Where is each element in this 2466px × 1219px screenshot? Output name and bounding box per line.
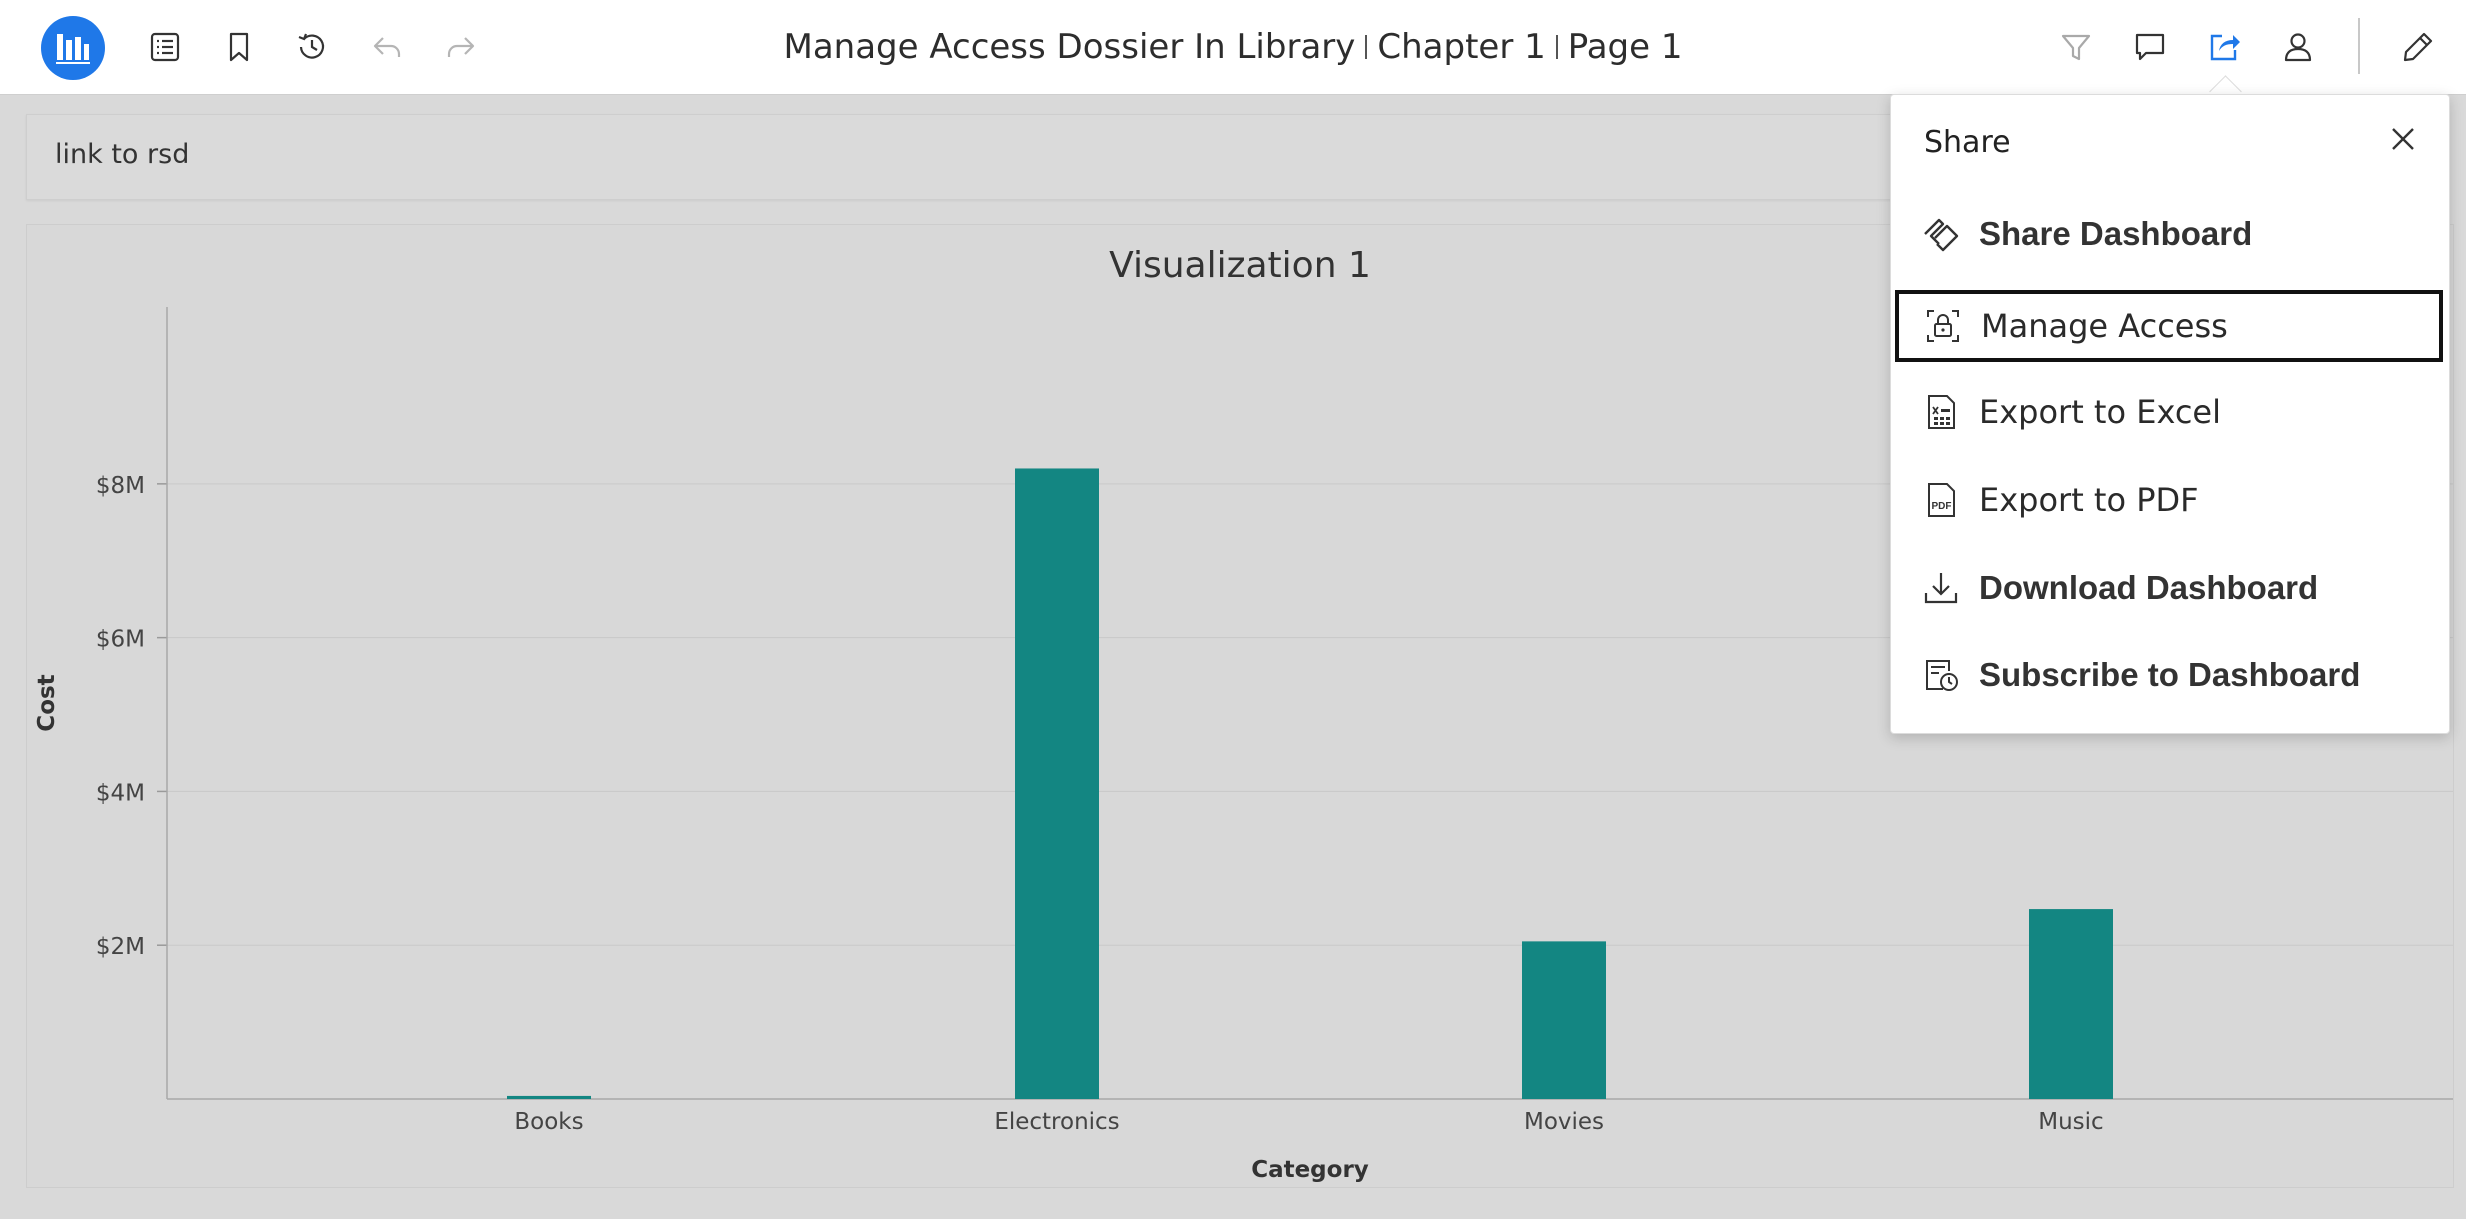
y-tick-label: $8M xyxy=(96,473,145,499)
menu-item-label: Export to Excel xyxy=(1979,393,2221,431)
x-tick-label: Electronics xyxy=(994,1109,1119,1135)
excel-icon xyxy=(1928,395,1955,429)
lock-icon xyxy=(1927,310,1959,342)
svg-text:PDF: PDF xyxy=(1932,501,1952,512)
share-dashboard-item[interactable]: Share Dashboard xyxy=(1897,200,2441,268)
x-tick-label: Books xyxy=(514,1109,583,1135)
share-button[interactable] xyxy=(2202,25,2246,69)
menu-item-label: Share Dashboard xyxy=(1979,215,2253,252)
close-share-menu-button[interactable] xyxy=(2381,117,2425,161)
comment-icon xyxy=(2135,33,2165,61)
title-separator xyxy=(1365,35,1368,59)
toolbar: Manage Access Dossier In Library Chapter… xyxy=(0,0,2466,95)
share-menu: Share Share Dashboard Manage Access Expo… xyxy=(1890,94,2450,734)
x-tick-label: Movies xyxy=(1524,1109,1604,1135)
account-button[interactable] xyxy=(2276,25,2320,69)
title-separator xyxy=(1555,35,1558,59)
subscribe-icon xyxy=(1926,660,1958,691)
menu-item-label: Download Dashboard xyxy=(1979,569,2319,606)
pdf-icon: PDF xyxy=(1928,483,1955,517)
download-dashboard-item[interactable]: Download Dashboard xyxy=(1897,554,2441,622)
export-to-excel-item[interactable]: Export to Excel xyxy=(1897,378,2441,446)
dossier-title: Manage Access Dossier In Library xyxy=(783,27,1356,67)
menu-item-label: Export to PDF xyxy=(1979,481,2199,519)
close-icon xyxy=(2392,128,2414,150)
export-to-pdf-item[interactable]: PDF Export to PDF xyxy=(1897,466,2441,534)
filter-icon xyxy=(2061,34,2091,61)
bar-music xyxy=(2029,909,2113,1099)
y-tick-label: $6M xyxy=(96,627,145,653)
share-menu-title: Share xyxy=(1924,125,2011,160)
bar-books xyxy=(507,1095,591,1099)
text-link-panel: link to rsd xyxy=(26,114,1896,200)
page-name[interactable]: Page 1 xyxy=(1568,27,1683,67)
y-axis-label: Cost xyxy=(34,674,60,731)
menu-item-label: Manage Access xyxy=(1981,307,2228,345)
share-icon xyxy=(2210,34,2240,61)
chapter-name[interactable]: Chapter 1 xyxy=(1377,27,1545,67)
manage-access-item[interactable]: Manage Access xyxy=(1895,290,2443,362)
comments-button[interactable] xyxy=(2128,25,2172,69)
filter-button[interactable] xyxy=(2054,25,2098,69)
bar-electronics xyxy=(1015,468,1099,1099)
y-tick-label: $2M xyxy=(96,934,145,960)
share-dashboard-icon xyxy=(1924,218,1959,252)
x-axis-label: Category xyxy=(1251,1157,1369,1183)
edit-icon xyxy=(2403,32,2433,62)
edit-button[interactable] xyxy=(2396,25,2440,69)
link-to-rsd[interactable]: link to rsd xyxy=(55,139,189,170)
account-icon xyxy=(2284,33,2312,62)
y-tick-label: $4M xyxy=(96,780,145,806)
toolbar-divider xyxy=(2358,18,2360,74)
subscribe-to-dashboard-item[interactable]: Subscribe to Dashboard xyxy=(1897,641,2441,709)
download-icon xyxy=(1924,573,1958,604)
menu-item-label: Subscribe to Dashboard xyxy=(1979,656,2361,693)
x-tick-label: Music xyxy=(2038,1109,2103,1135)
bar-movies xyxy=(1522,941,1606,1099)
